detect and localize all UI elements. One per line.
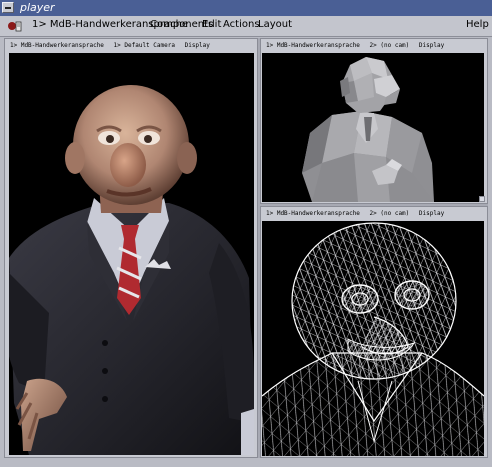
top-render-viewport[interactable]: [262, 53, 484, 202]
left-pane-scene[interactable]: 1> MdB-Handwerkeransprache: [10, 42, 104, 49]
menubar: 1> MdB-Handwerkeransprache Components Ed…: [0, 16, 492, 37]
top-pane-header: 1> MdB-Handwerkeransprache 2> (no cam) D…: [261, 39, 487, 52]
shaded-character-render: [9, 85, 254, 455]
bottom-pane-camera[interactable]: 2> (no cam): [370, 210, 410, 217]
bottom-render-viewport[interactable]: [262, 221, 484, 456]
bottom-pane-scene[interactable]: 1> MdB-Handwerkeransprache: [266, 210, 360, 217]
left-pane-camera[interactable]: 1> Default Camera: [114, 42, 175, 49]
left-pane-header: 1> MdB-Handwerkeransprache 1> Default Ca…: [5, 39, 257, 52]
wireframe-render: [262, 222, 484, 456]
left-render-viewport[interactable]: [9, 53, 254, 455]
left-viewport-pane: 1> MdB-Handwerkeransprache 1> Default Ca…: [4, 38, 258, 458]
flat-shaded-render: [302, 57, 434, 202]
window-title: player: [20, 1, 55, 14]
bottom-pane-header: 1> MdB-Handwerkeransprache 2> (no cam) D…: [261, 207, 487, 220]
menu-actions[interactable]: Actions: [223, 19, 260, 30]
window-titlebar[interactable]: player: [0, 0, 492, 17]
menu-edit[interactable]: Edit: [202, 19, 221, 30]
app-icon[interactable]: [7, 19, 23, 33]
top-pane-scene[interactable]: 1> MdB-Handwerkeransprache: [266, 42, 360, 49]
menu-layout[interactable]: Layout: [258, 19, 292, 30]
top-right-viewport-pane: 1> MdB-Handwerkeransprache 2> (no cam) D…: [260, 38, 488, 204]
window-menu-button[interactable]: [2, 2, 14, 13]
left-pane-mode[interactable]: Display: [185, 42, 210, 49]
bottom-right-viewport-pane: 1> MdB-Handwerkeransprache 2> (no cam) D…: [260, 206, 488, 458]
bottom-pane-mode[interactable]: Display: [419, 210, 444, 217]
top-pane-mode[interactable]: Display: [419, 42, 444, 49]
pane-resize-handle[interactable]: [479, 196, 485, 202]
top-pane-camera[interactable]: 2> (no cam): [370, 42, 410, 49]
menu-help[interactable]: Help: [466, 19, 489, 30]
